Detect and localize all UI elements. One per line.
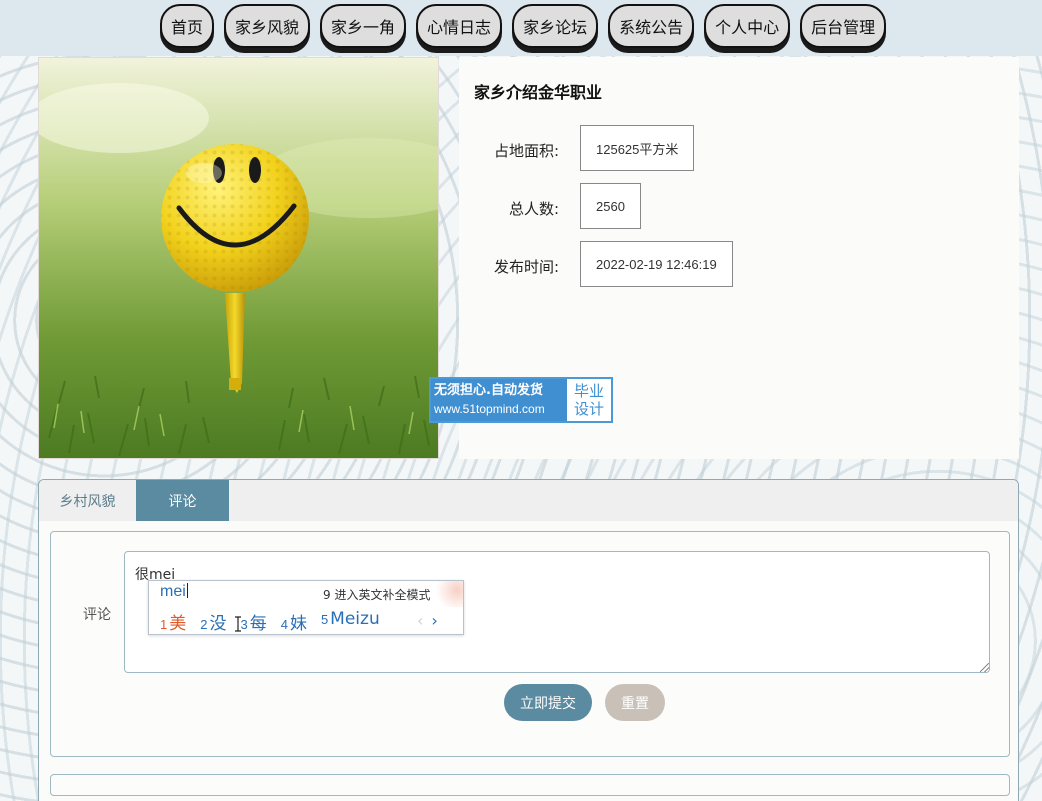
nav-user-center[interactable]: 个人中心 (704, 4, 791, 48)
detail-title: 家乡介绍金华职业 (474, 83, 603, 102)
ime-decoration-icon (429, 581, 463, 607)
ime-candidate[interactable]: 2没 (200, 609, 226, 634)
ime-candidate[interactable]: 3每 (240, 609, 266, 634)
tabs-panel: 乡村风貌 评论 评论 很mei 立即提交 重置 (38, 479, 1019, 801)
population-label: 总人数: (508, 200, 559, 218)
watermark-url: www.51topmind.com (434, 402, 545, 416)
ime-candidate[interactable]: 1美 (160, 609, 186, 634)
reset-button[interactable]: 重置 (605, 684, 665, 721)
comment-label: 评论 (83, 607, 111, 623)
nav-admin[interactable]: 后台管理 (800, 4, 887, 48)
resize-grip-icon[interactable] (980, 663, 989, 672)
ime-hint: 9 进入英文补全模式 (323, 588, 431, 602)
watermark-badge: 无须担心.自动发货 www.51topmind.com 毕业 设计 (429, 377, 613, 423)
nav-home[interactable]: 首页 (160, 4, 215, 48)
publish-time-value: 2022-02-19 12:46:19 (580, 241, 733, 287)
ime-candidate[interactable]: 4妹 (281, 609, 307, 634)
main-nav: 首页 家乡风貌 家乡一角 心情日志 家乡论坛 系统公告 个人中心 后台管理 (160, 4, 887, 48)
ime-next-page-icon[interactable]: › (431, 611, 437, 630)
ime-candidate[interactable]: 5 Meizu (321, 609, 380, 634)
watermark-word-1: 毕业 (573, 382, 604, 400)
hometown-image (38, 57, 439, 459)
ime-candidate-popup: mei 9 进入英文补全模式 1美 2没 3每 4妹 5 Meizu ‹ › (148, 580, 464, 635)
area-value: 125625平方米 (580, 125, 695, 171)
comment-list-card (50, 774, 1010, 796)
submit-button[interactable]: 立即提交 (504, 684, 592, 721)
population-value: 2560 (580, 183, 641, 229)
caret-icon (186, 583, 188, 598)
text-cursor-icon (235, 616, 241, 632)
top-nav-bar: 首页 家乡风貌 家乡一角 心情日志 家乡论坛 系统公告 个人中心 后台管理 (0, 0, 1042, 56)
nav-mood-diary[interactable]: 心情日志 (416, 4, 503, 48)
nav-hometown-corner[interactable]: 家乡一角 (320, 4, 407, 48)
ime-candidates: 1美 2没 3每 4妹 5 Meizu (160, 609, 380, 634)
ime-prev-page-icon[interactable]: ‹ (417, 611, 423, 630)
ime-composition: mei (160, 583, 186, 600)
comment-form: 评论 很mei 立即提交 重置 (50, 531, 1010, 757)
watermark-slogan: 无须担心.自动发货 (434, 383, 543, 398)
watermark-word-2: 设计 (573, 400, 604, 418)
area-label: 占地面积: (493, 142, 559, 160)
nav-hometown-scenery[interactable]: 家乡风貌 (224, 4, 311, 48)
tab-village-scenery[interactable]: 乡村风貌 (39, 480, 136, 521)
nav-announcements[interactable]: 系统公告 (608, 4, 695, 48)
tab-strip: 乡村风貌 评论 (39, 480, 1018, 521)
nav-forum[interactable]: 家乡论坛 (512, 4, 599, 48)
publish-time-label: 发布时间: (493, 258, 559, 276)
tab-comments[interactable]: 评论 (136, 480, 229, 521)
